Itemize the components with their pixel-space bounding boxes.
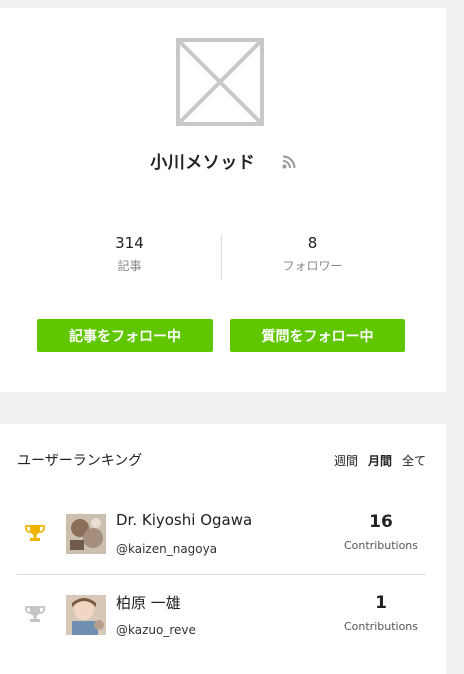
stat-followers[interactable]: 8 フォロワー xyxy=(221,234,404,274)
tab-weekly[interactable]: 週間 xyxy=(334,452,358,469)
profile-avatar-placeholder xyxy=(176,38,264,126)
ranking-title: ユーザーランキング xyxy=(17,453,143,469)
user-handle[interactable]: @kaizen_nagoya xyxy=(116,542,217,556)
profile-name-row: 小川メソッド xyxy=(0,148,446,173)
broken-image-icon xyxy=(176,38,264,126)
profile-card: 小川メソッド 314 記事 8 フォロワー 記事をフォロー中 質問をフォロー中 xyxy=(0,8,446,392)
profile-stats: 314 記事 8 フォロワー xyxy=(38,234,404,280)
contributions-label: Contributions xyxy=(343,539,419,552)
stat-articles[interactable]: 314 記事 xyxy=(38,234,221,274)
follow-articles-button[interactable]: 記事をフォロー中 xyxy=(37,319,213,352)
user-name[interactable]: 柏原 一雄 xyxy=(116,592,181,613)
follow-questions-button[interactable]: 質問をフォロー中 xyxy=(230,319,405,352)
stat-followers-count: 8 xyxy=(307,234,318,252)
avatar[interactable] xyxy=(66,595,106,635)
user-ranking-card: ユーザーランキング 週間 月間 全て Dr. Kiyoshi Ogawa @ka… xyxy=(0,424,446,674)
stat-articles-count: 314 xyxy=(115,234,144,252)
contributions-label: Contributions xyxy=(343,620,419,633)
avatar[interactable] xyxy=(66,514,106,554)
contributions: 16 Contributions xyxy=(336,512,426,552)
profile-name: 小川メソッド xyxy=(150,153,256,173)
stat-followers-label: フォロワー xyxy=(282,259,343,273)
stat-articles-label: 記事 xyxy=(117,259,142,273)
contributions-count: 16 xyxy=(369,512,393,532)
rss-icon[interactable] xyxy=(282,154,296,169)
contributions: 1 Contributions xyxy=(336,593,426,633)
tab-monthly[interactable]: 月間 xyxy=(368,452,392,469)
ranking-period-tabs: 週間 月間 全て xyxy=(334,452,426,469)
gold-trophy-icon xyxy=(24,522,46,544)
ranking-row: 柏原 一雄 @kazuo_reve 1 Contributions xyxy=(17,575,426,655)
silver-trophy-icon xyxy=(24,603,46,625)
tab-all[interactable]: 全て xyxy=(402,452,426,469)
contributions-count: 1 xyxy=(375,593,387,613)
user-name[interactable]: Dr. Kiyoshi Ogawa xyxy=(116,511,252,529)
ranking-row: Dr. Kiyoshi Ogawa @kaizen_nagoya 16 Cont… xyxy=(17,494,426,575)
user-handle[interactable]: @kazuo_reve xyxy=(116,623,196,637)
